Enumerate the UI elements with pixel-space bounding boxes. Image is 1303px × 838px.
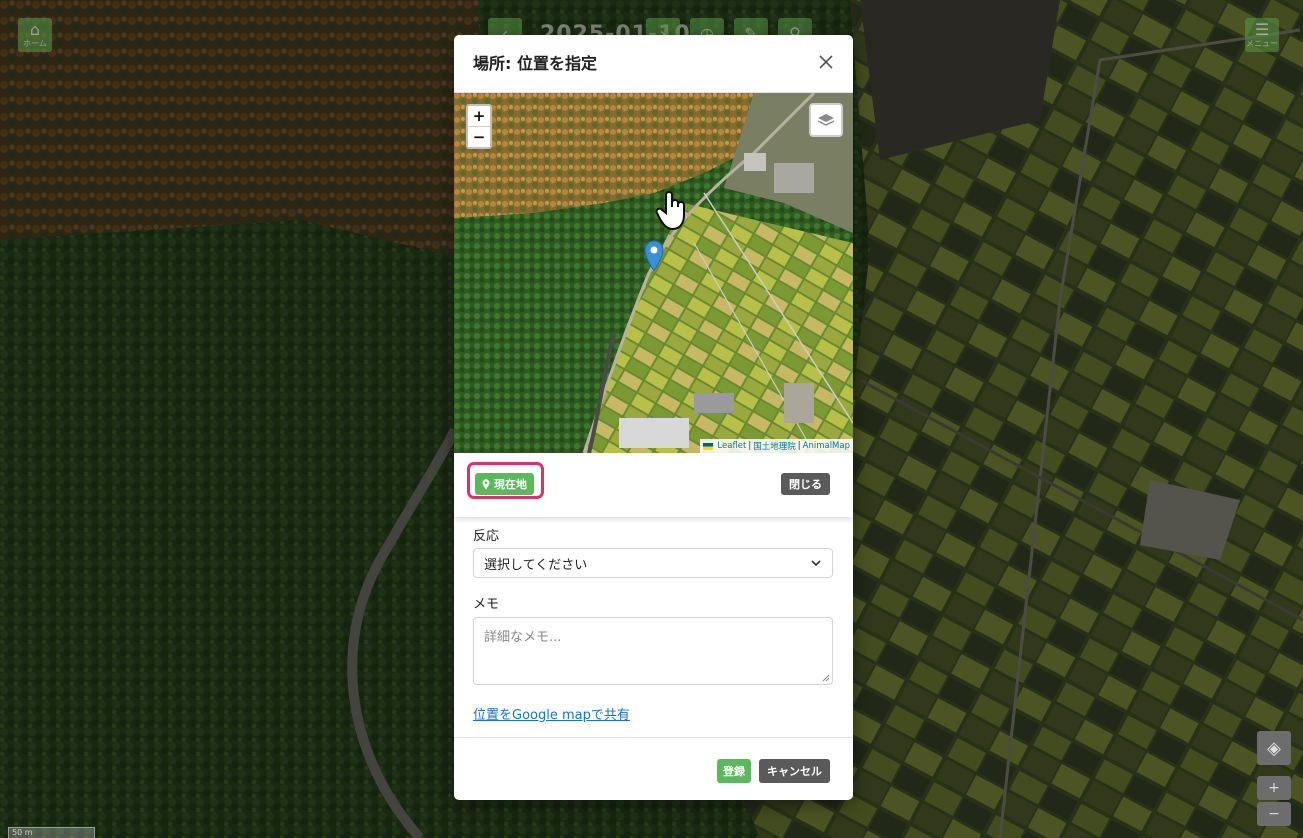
picker-zoom-out-button[interactable]: −: [468, 126, 490, 147]
home-icon: ⌂: [29, 20, 41, 39]
layers-icon: ◈: [1267, 737, 1281, 759]
home-button[interactable]: ⌂ ホーム: [18, 18, 52, 52]
animalmap-link[interactable]: AnimalMap: [803, 441, 850, 451]
map-actions-bar: 現在地 閉じる: [454, 453, 853, 517]
footer-divider: [454, 737, 853, 738]
picker-zoom-control: + −: [466, 104, 492, 149]
bg-layer-button[interactable]: ◈: [1257, 731, 1291, 765]
reaction-select[interactable]: 選択してください: [473, 548, 833, 578]
cancel-button[interactable]: キャンセル: [759, 759, 830, 783]
chevron-down-icon: [811, 560, 821, 567]
map-scale: 50 m: [8, 827, 95, 838]
reaction-label: 反応: [473, 529, 500, 544]
gsi-link[interactable]: 国土地理院: [753, 440, 796, 452]
bg-zoom-out-button[interactable]: −: [1257, 802, 1291, 826]
picker-zoom-in-button[interactable]: +: [468, 106, 490, 126]
modal-header: 場所: 位置を指定: [454, 35, 853, 93]
picker-layer-button[interactable]: [809, 103, 843, 137]
location-modal: 場所: 位置を指定 + − Leaflet | 国土地理院 | AnimalMa…: [454, 35, 853, 800]
memo-label: メモ: [473, 597, 500, 612]
close-button[interactable]: [815, 51, 837, 73]
submit-button[interactable]: 登録: [717, 759, 751, 783]
bg-zoom-in-button[interactable]: +: [1257, 776, 1291, 800]
map-attribution: Leaflet | 国土地理院 | AnimalMap: [700, 439, 853, 453]
location-picker-map[interactable]: + − Leaflet | 国土地理院 | AnimalMap: [454, 93, 853, 453]
location-marker-icon[interactable]: [644, 240, 664, 276]
google-map-share-link[interactable]: 位置をGoogle mapで共有: [473, 704, 630, 723]
current-location-button[interactable]: 現在地: [475, 473, 534, 495]
pointer-hand-icon: [654, 189, 690, 235]
map-marker-icon: [482, 478, 490, 489]
close-icon: [819, 55, 833, 69]
leaflet-link[interactable]: Leaflet: [717, 441, 746, 451]
close-map-button[interactable]: 閉じる: [781, 473, 830, 495]
layers-icon: [817, 114, 835, 126]
memo-textarea[interactable]: 詳細なメモ...: [473, 617, 833, 685]
resize-grip-icon[interactable]: [822, 674, 830, 682]
ukraine-flag-icon: [703, 442, 714, 450]
modal-title: 場所: 位置を指定: [473, 54, 597, 73]
hamburger-icon: ☰: [1254, 20, 1270, 39]
menu-button[interactable]: ☰ メニュー: [1245, 18, 1279, 52]
